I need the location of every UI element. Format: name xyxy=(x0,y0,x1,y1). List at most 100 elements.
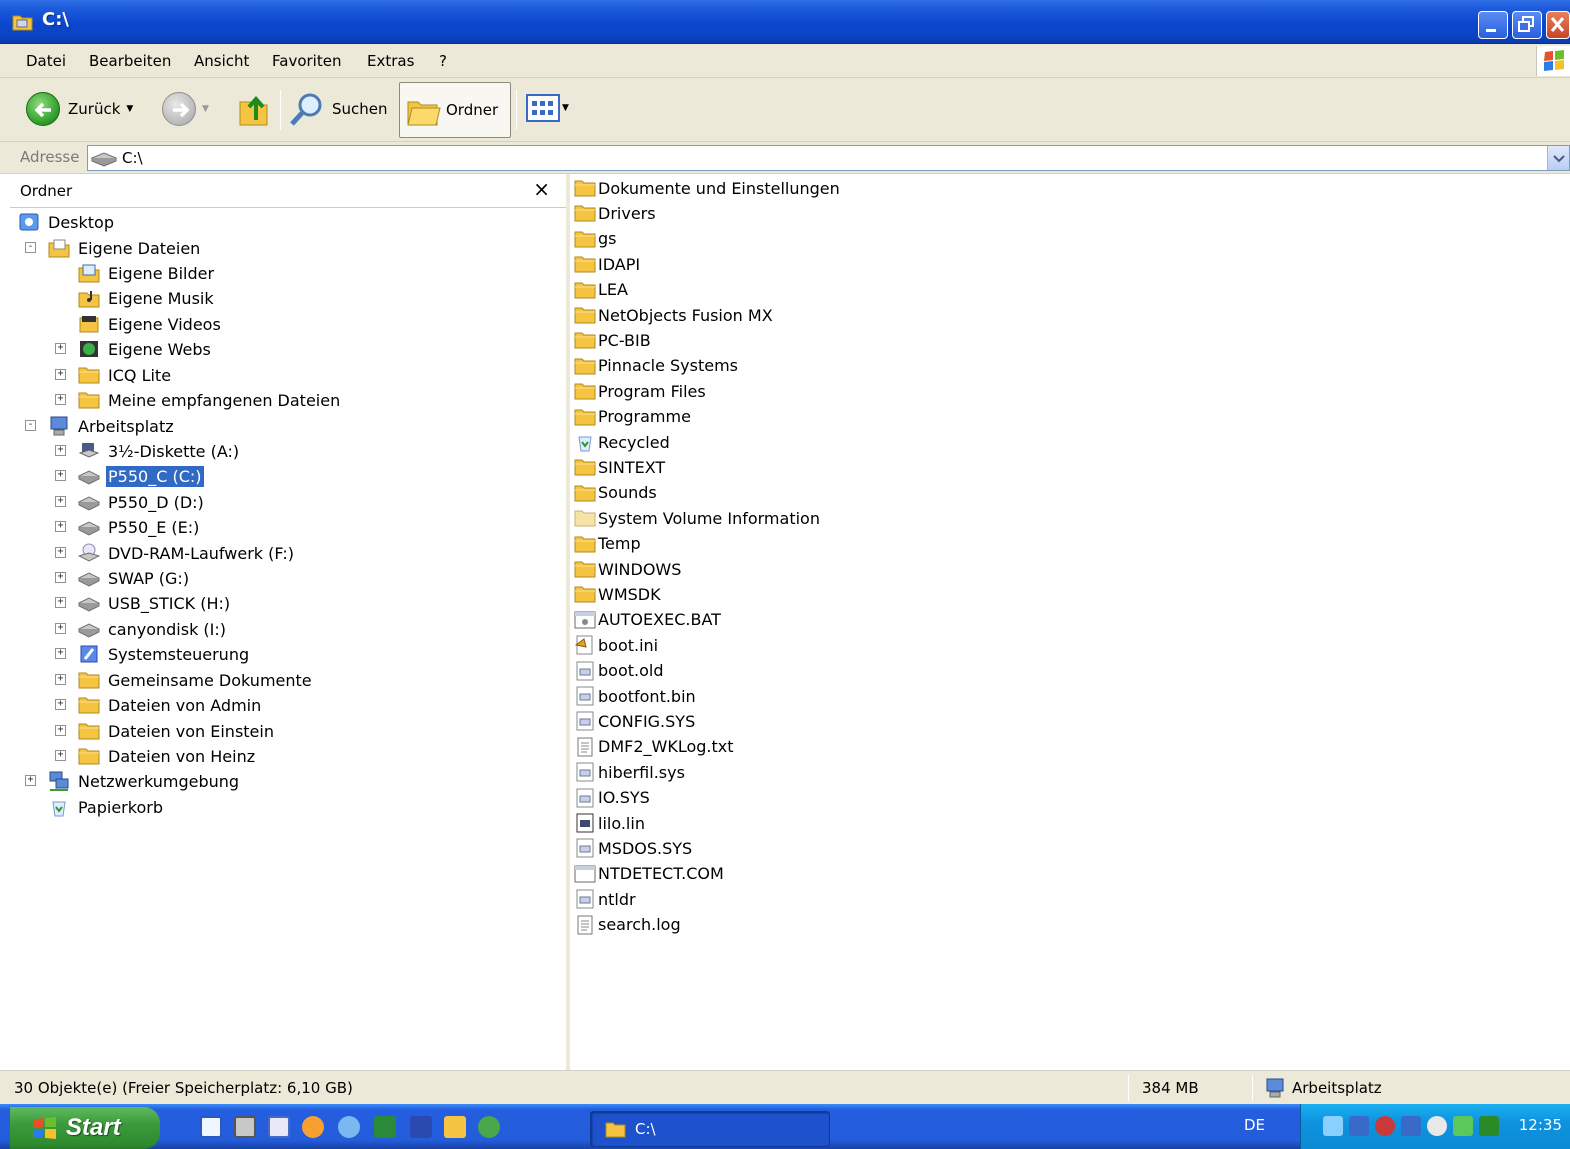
list-item[interactable]: Pinnacle Systems xyxy=(574,354,738,378)
list-item[interactable]: NetObjects Fusion MX xyxy=(574,303,773,327)
explorer-icon[interactable] xyxy=(444,1116,466,1138)
tray-icon[interactable] xyxy=(1401,1116,1421,1136)
minimize-button[interactable] xyxy=(1478,11,1508,39)
file-list[interactable]: Dokumente und Einstellungen Drivers gs IDAP… xyxy=(574,174,1570,1070)
expand-icon[interactable]: + xyxy=(55,699,66,710)
list-item[interactable]: MSDOS.SYS xyxy=(574,836,692,860)
title-bar[interactable]: C:\ xyxy=(0,0,1570,44)
expand-icon[interactable]: + xyxy=(55,496,66,507)
list-item[interactable]: DMF2_WKLog.txt xyxy=(574,735,734,759)
list-item[interactable]: boot.old xyxy=(574,659,663,683)
forward-button[interactable]: ▼ xyxy=(162,92,209,126)
list-item[interactable]: Program Files xyxy=(574,379,706,403)
views-button[interactable]: ▼ xyxy=(526,94,569,122)
tree-node[interactable]: Meine empfangenen Dateien xyxy=(78,390,342,411)
tray-icon[interactable] xyxy=(1349,1116,1369,1136)
menu-extras[interactable]: Extras xyxy=(367,52,414,70)
tree-item[interactable]: + USB_STICK (H:) xyxy=(55,591,232,615)
taskbar-window-button[interactable]: C:\ xyxy=(590,1111,830,1147)
list-item[interactable]: NTDETECT.COM xyxy=(574,862,724,886)
expand-icon[interactable]: + xyxy=(55,343,66,354)
list-item[interactable]: search.log xyxy=(574,913,681,937)
tree-item[interactable]: +3½-Diskette (A:) xyxy=(55,439,241,463)
tree-item[interactable]: Eigene Musik xyxy=(78,286,216,310)
list-item[interactable]: Programme xyxy=(574,405,691,429)
dsl-icon[interactable] xyxy=(1479,1116,1499,1136)
tree-node[interactable]: Arbeitsplatz xyxy=(48,416,176,437)
expand-icon[interactable]: + xyxy=(25,775,36,786)
tray-icon[interactable] xyxy=(1453,1116,1473,1136)
tree-item[interactable]: Eigene Bilder xyxy=(78,261,216,285)
forward-dropdown-icon[interactable]: ▼ xyxy=(202,104,209,114)
menu-favoriten[interactable]: Favoriten xyxy=(272,52,341,70)
list-item[interactable]: AUTOEXEC.BAT xyxy=(574,608,721,632)
tree-node[interactable]: Papierkorb xyxy=(48,797,165,818)
tree-node[interactable]: P550_D (D:) xyxy=(78,492,206,513)
list-item[interactable]: gs xyxy=(574,227,617,251)
folders-button[interactable]: Ordner xyxy=(399,82,511,138)
tree-item[interactable]: + Dateien von Einstein xyxy=(55,719,276,743)
tree-node[interactable]: Systemsteuerung xyxy=(78,644,251,665)
tree-node[interactable]: Eigene Videos xyxy=(78,314,223,335)
tree-item[interactable]: + Netzwerkumgebung xyxy=(25,769,241,793)
tree-item[interactable]: + DVD-RAM-Laufwerk (F:) xyxy=(55,541,296,565)
clock[interactable]: 12:35 xyxy=(1519,1116,1562,1134)
restore-button[interactable] xyxy=(1512,11,1542,39)
excel-icon[interactable] xyxy=(374,1116,396,1138)
address-input[interactable]: C:\ xyxy=(87,145,1570,171)
list-item[interactable]: System Volume Information xyxy=(574,506,820,530)
tree-item[interactable]: + ICQ Lite xyxy=(55,363,173,387)
back-dropdown-icon[interactable]: ▼ xyxy=(126,104,133,114)
tree-node[interactable]: Eigene Webs xyxy=(78,339,213,360)
menu-help[interactable]: ? xyxy=(439,52,447,70)
menu-bearbeiten[interactable]: Bearbeiten xyxy=(89,52,171,70)
list-item[interactable]: Sounds xyxy=(574,481,657,505)
network-icon[interactable] xyxy=(478,1116,500,1138)
tree-item[interactable]: + Dateien von Heinz xyxy=(55,744,257,768)
tree-node[interactable]: DVD-RAM-Laufwerk (F:) xyxy=(78,543,296,564)
tree-node[interactable]: Gemeinsame Dokumente xyxy=(78,670,314,691)
up-folder-button[interactable] xyxy=(236,90,272,128)
tree-item[interactable]: + P550_E (E:) xyxy=(55,515,201,539)
menu-ansicht[interactable]: Ansicht xyxy=(194,52,249,70)
list-item[interactable]: Dokumente und Einstellungen xyxy=(574,176,840,200)
tray-icon[interactable] xyxy=(1375,1116,1395,1136)
expand-icon[interactable]: + xyxy=(55,572,66,583)
views-dropdown-icon[interactable]: ▼ xyxy=(562,103,569,113)
menu-datei[interactable]: Datei xyxy=(26,52,66,70)
list-item[interactable]: boot.ini xyxy=(574,633,658,657)
tree-node[interactable]: USB_STICK (H:) xyxy=(78,593,232,614)
tree-item[interactable]: Desktop xyxy=(18,210,116,234)
word-icon[interactable] xyxy=(410,1116,432,1138)
tree-node[interactable]: Eigene Musik xyxy=(78,288,216,309)
list-item[interactable]: LEA xyxy=(574,278,628,302)
list-item[interactable]: IDAPI xyxy=(574,252,640,276)
search-button[interactable]: Suchen xyxy=(288,90,388,128)
list-item[interactable]: Temp xyxy=(574,532,641,556)
list-item[interactable]: Recycled xyxy=(574,430,670,454)
list-item[interactable]: ntldr xyxy=(574,887,636,911)
browser-icon[interactable] xyxy=(338,1116,360,1138)
list-item[interactable]: bootfont.bin xyxy=(574,684,696,708)
tree-item[interactable]: - Arbeitsplatz xyxy=(25,414,176,438)
start-button[interactable]: Start xyxy=(10,1107,160,1149)
tree-item[interactable]: - Eigene Dateien xyxy=(25,236,202,260)
tree-item[interactable]: + P550_D (D:) xyxy=(55,490,206,514)
expand-icon[interactable]: + xyxy=(55,445,66,456)
list-item[interactable]: lilo.lin xyxy=(574,811,645,835)
tree-node[interactable]: P550_E (E:) xyxy=(78,517,201,538)
expand-icon[interactable]: + xyxy=(55,547,66,558)
list-item[interactable]: hiberfil.sys xyxy=(574,760,685,784)
tree-node[interactable]: Dateien von Einstein xyxy=(78,721,276,742)
tree-node[interactable]: Eigene Bilder xyxy=(78,263,216,284)
address-dropdown-button[interactable] xyxy=(1547,146,1569,170)
tree-item[interactable]: + Systemsteuerung xyxy=(55,642,251,666)
tree-node[interactable]: Dateien von Admin xyxy=(78,695,263,716)
back-button[interactable]: Zurück ▼ xyxy=(26,92,133,126)
close-button[interactable] xyxy=(1546,11,1570,39)
tree-node[interactable]: canyondisk (I:) xyxy=(78,619,228,640)
tree-node[interactable]: Netzwerkumgebung xyxy=(48,771,241,792)
tray-icon[interactable] xyxy=(1323,1116,1343,1136)
folder-pane-close-button[interactable]: × xyxy=(533,177,550,201)
internet-explorer-icon[interactable] xyxy=(200,1116,222,1138)
